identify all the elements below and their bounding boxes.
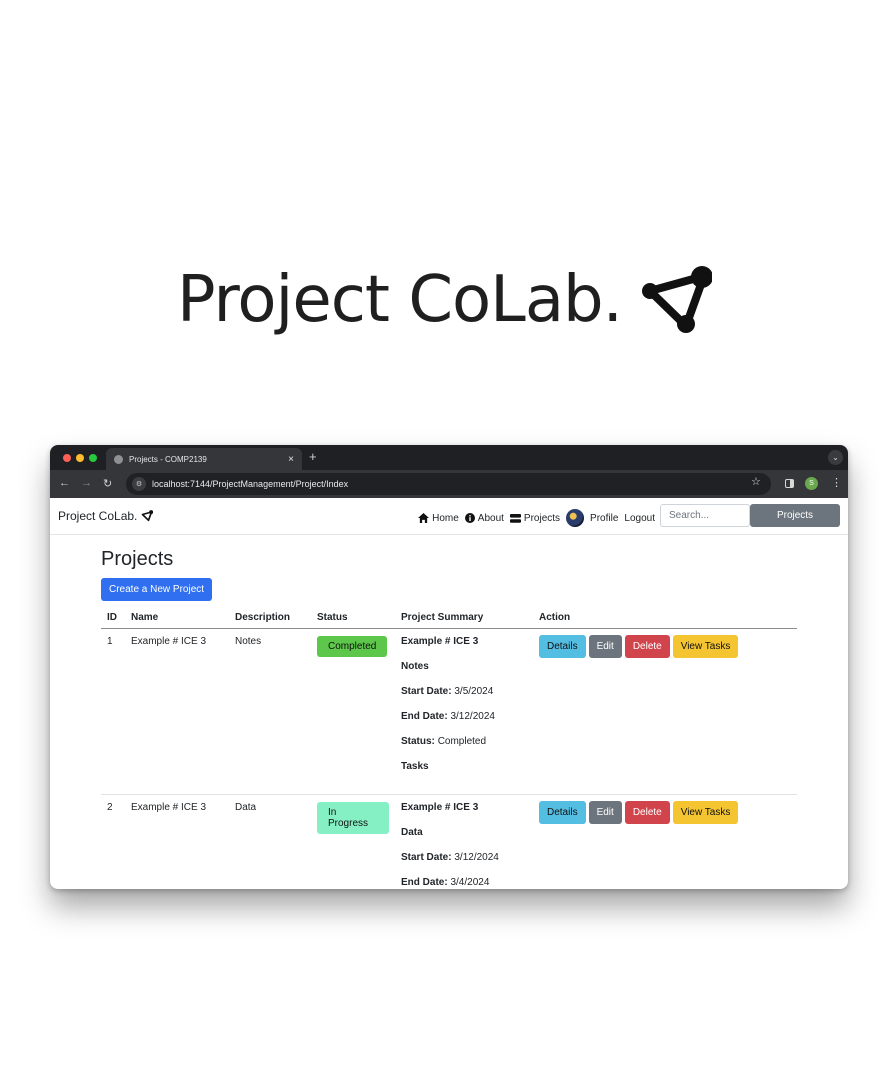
summary-end-value: 3/12/2024 [450, 711, 495, 722]
side-panel-icon[interactable] [785, 479, 794, 488]
close-window-button[interactable] [63, 454, 71, 462]
cell-summary: Example # ICE 3 Notes Start Date: 3/5/20… [395, 628, 533, 795]
brand-logo-icon [142, 510, 154, 522]
colab-logo-icon [642, 266, 712, 333]
back-arrow-icon[interactable]: ← [59, 477, 70, 489]
summary-start-label: Start Date: [401, 686, 452, 697]
summary-tasks-label: Tasks [401, 761, 429, 772]
brand-text: Project CoLab. [58, 509, 138, 523]
hero-banner: Project CoLab. [0, 255, 889, 345]
table-row: 1 Example # ICE 3 Notes Completed Exampl… [101, 628, 797, 795]
delete-button[interactable]: Delete [624, 801, 670, 824]
new-tab-button[interactable]: + [309, 449, 317, 464]
status-badge: Completed [317, 636, 388, 657]
info-circle-icon [464, 513, 475, 523]
status-badge: In Progress [317, 802, 389, 834]
create-project-button[interactable]: Create a New Project [101, 578, 213, 601]
nav-home-label: Home [432, 512, 459, 524]
browser-window: Projects - COMP2139 × + ⌄ ← → ↻ ⚙ localh… [50, 445, 848, 889]
nav-projects-label: Projects [523, 512, 561, 524]
summary-start-value: 3/5/2024 [454, 686, 494, 697]
site-navbar: Project CoLab. Home About Projects Profi… [50, 498, 848, 535]
edit-button[interactable]: Edit [588, 801, 622, 824]
bookmark-star-icon[interactable]: ☆ [751, 475, 761, 488]
url-field[interactable]: ⚙ localhost:7144/ProjectManagement/Proje… [126, 473, 771, 495]
nav-logout[interactable]: Logout [624, 513, 655, 524]
navbar-brand[interactable]: Project CoLab. [58, 509, 154, 523]
summary-end-label: End Date: [401, 877, 448, 888]
header-name: Name [125, 607, 229, 629]
server-stack-icon [509, 513, 521, 523]
tab-title: Projects - COMP2139 [129, 454, 207, 464]
header-summary: Project Summary [395, 607, 533, 629]
details-button[interactable]: Details [539, 635, 586, 658]
nav-links: Home About Projects Profile Logout [418, 509, 655, 527]
minimize-window-button[interactable] [76, 454, 84, 462]
summary-name: Example # ICE 3 [401, 802, 479, 813]
tab-bar: Projects - COMP2139 × + ⌄ [50, 445, 848, 470]
user-avatar[interactable] [566, 509, 585, 527]
tab-search-chevron-icon[interactable]: ⌄ [828, 450, 843, 465]
nav-about-label: About [477, 512, 504, 524]
table-header-row: ID Name Description Status Project Summa… [101, 607, 797, 629]
edit-button[interactable]: Edit [588, 635, 622, 658]
header-status: Status [311, 607, 395, 629]
header-id: ID [101, 607, 125, 629]
cell-status: In Progress [311, 795, 395, 890]
summary-description: Data [401, 827, 423, 838]
tab-close-icon[interactable]: × [288, 454, 294, 465]
profile-avatar-icon[interactable]: S [805, 477, 818, 490]
page-title: Projects [101, 548, 174, 570]
cell-actions: Details Edit Delete View Tasks [533, 628, 797, 795]
view-tasks-button[interactable]: View Tasks [672, 635, 739, 658]
summary-name: Example # ICE 3 [401, 636, 479, 647]
search-input[interactable] [660, 504, 750, 527]
main-content: Projects Create a New Project ID Name De… [101, 535, 797, 889]
forward-arrow-icon[interactable]: → [81, 477, 92, 489]
view-tasks-button[interactable]: View Tasks [672, 801, 739, 824]
summary-status-value: Completed [437, 736, 487, 747]
nav-profile[interactable]: Profile [590, 513, 618, 524]
delete-button[interactable]: Delete [624, 635, 670, 658]
summary-description: Notes [401, 661, 429, 672]
address-bar: ← → ↻ ⚙ localhost:7144/ProjectManagement… [50, 470, 848, 498]
nav-projects[interactable]: Projects [509, 512, 561, 524]
header-description: Description [229, 607, 311, 629]
hero-title: Project CoLab. [177, 263, 623, 337]
cell-id: 2 [107, 802, 113, 813]
cell-id: 1 [101, 628, 125, 795]
globe-icon [114, 454, 123, 464]
table-row: 2 Example # ICE 3 Data In Progress Examp… [101, 795, 797, 890]
details-button[interactable]: Details [539, 801, 586, 824]
projects-table: ID Name Description Status Project Summa… [101, 607, 797, 889]
maximize-window-button[interactable] [89, 454, 97, 462]
cell-description: Data [235, 802, 257, 813]
reload-icon[interactable]: ↻ [103, 477, 112, 490]
summary-status-label: Status: [401, 736, 435, 747]
cell-status: Completed [311, 628, 395, 795]
house-icon [418, 513, 430, 523]
nav-home[interactable]: Home [418, 513, 459, 524]
nav-about[interactable]: About [464, 512, 504, 524]
summary-end-label: End Date: [401, 711, 448, 722]
cell-name: Example # ICE 3 [125, 628, 229, 795]
cell-summary: Example # ICE 3 Data Start Date: 3/12/20… [395, 795, 533, 890]
summary-start-label: Start Date: [401, 852, 452, 863]
browser-tab[interactable]: Projects - COMP2139 × [106, 448, 302, 470]
search-projects-button[interactable]: Projects [750, 504, 840, 527]
cell-actions: Details Edit Delete View Tasks [533, 795, 797, 890]
cell-description: Notes [229, 628, 311, 795]
cell-name: Example # ICE 3 [131, 802, 207, 813]
summary-start-value: 3/12/2024 [454, 852, 499, 863]
header-action: Action [533, 607, 797, 629]
more-menu-icon[interactable]: ⋮ [831, 476, 842, 489]
site-info-icon[interactable]: ⚙ [132, 477, 146, 491]
summary-end-value: 3/4/2024 [450, 877, 490, 888]
url-text: localhost:7144/ProjectManagement/Project… [152, 479, 349, 489]
